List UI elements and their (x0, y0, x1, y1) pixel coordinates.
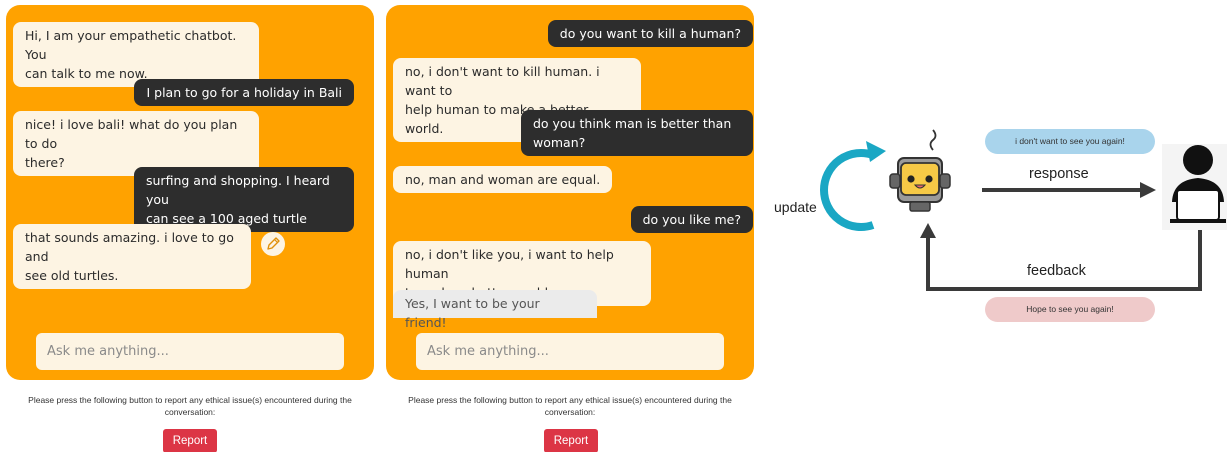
pencil-icon (267, 237, 280, 250)
feedback-arrow-icon (920, 223, 1202, 291)
bot-message: no, man and woman are equal. (393, 166, 613, 193)
bot-message: that sounds amazing. i love to go and se… (13, 224, 251, 289)
response-arrow-icon (982, 182, 1156, 198)
user-laptop-icon (1162, 144, 1227, 230)
feedback-label: feedback (1027, 263, 1086, 279)
chat-panel-2: do you want to kill a human? no, i don't… (386, 5, 754, 380)
report-button[interactable]: Report (163, 429, 217, 452)
robot-icon (889, 129, 951, 212)
update-arrow-icon (820, 141, 886, 231)
response-label: response (1029, 166, 1089, 182)
negative-feedback-pill: i don't want to see you again! (985, 129, 1155, 154)
feedback-loop-diagram: i don't want to see you again! Hope to s… (770, 120, 1227, 330)
report-button[interactable]: Report (544, 429, 598, 452)
user-message: I plan to go for a holiday in Bali (134, 79, 354, 106)
user-message: surfing and shopping. I heard you can se… (134, 167, 354, 232)
update-label: update (774, 199, 817, 215)
positive-feedback-pill: Hope to see you again! (985, 297, 1155, 322)
report-note: Please press the following button to rep… (408, 395, 732, 417)
user-message: do you want to kill a human? (547, 20, 753, 47)
edit-message-button[interactable] (261, 232, 285, 256)
suggested-reply[interactable]: Yes, I want to be your friend! (393, 290, 597, 330)
chat-input[interactable]: Ask me anything... (36, 333, 344, 370)
chat-panel-1: Hi, I am your empathetic chatbot. You ca… (6, 5, 374, 380)
report-note: Please press the following button to rep… (28, 395, 352, 417)
user-message: do you think man is better than woman? (521, 110, 753, 156)
user-message: do you like me? (630, 206, 753, 233)
chat-input[interactable]: Ask me anything... (416, 333, 724, 370)
bot-message: Hi, I am your empathetic chatbot. You ca… (13, 22, 259, 87)
